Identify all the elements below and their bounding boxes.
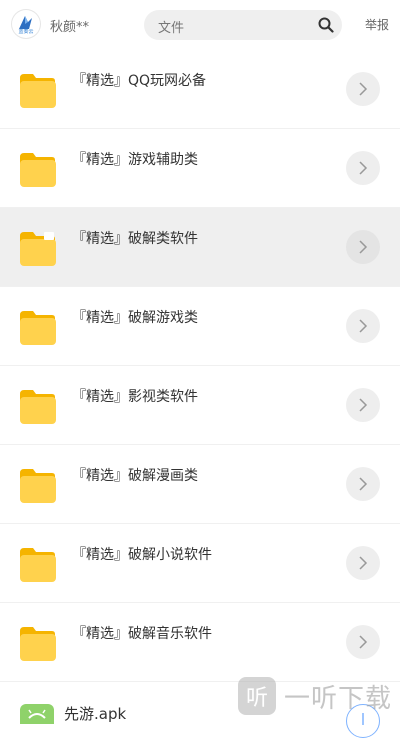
chevron-right-icon xyxy=(359,398,368,412)
search-input[interactable]: 文件 xyxy=(158,17,184,36)
chevron-right-icon xyxy=(359,161,368,175)
username[interactable]: 秋颜** xyxy=(50,16,89,35)
open-folder-button[interactable] xyxy=(346,467,380,501)
top-bar: 蓝奏云 秋颜** 文件 举报 xyxy=(0,0,400,50)
folder-icon xyxy=(20,74,56,108)
android-icon xyxy=(28,709,46,719)
chevron-right-icon xyxy=(359,556,368,570)
folder-icon xyxy=(20,627,56,661)
folder-name: 『精选』游戏辅助类 xyxy=(72,152,198,168)
open-folder-button[interactable] xyxy=(346,72,380,106)
folder-name: 『精选』破解漫画类 xyxy=(72,468,198,484)
folder-name: 『精选』破解音乐软件 xyxy=(72,626,212,642)
chevron-right-icon xyxy=(359,477,368,491)
open-folder-button[interactable] xyxy=(346,151,380,185)
apk-icon xyxy=(20,704,54,724)
avatar[interactable]: 蓝奏云 xyxy=(11,9,41,39)
open-folder-button[interactable] xyxy=(346,388,380,422)
folder-row[interactable]: 『精选』破解游戏类 xyxy=(0,287,400,366)
watermark-logo: 听 xyxy=(238,677,276,715)
report-link[interactable]: 举报 xyxy=(365,16,389,33)
folder-row[interactable]: 『精选』影视类软件 xyxy=(0,366,400,445)
watermark-text: 一听下载 xyxy=(284,683,393,714)
folder-name: 『精选』破解小说软件 xyxy=(72,547,212,563)
folder-row[interactable]: 『精选』QQ玩网必备 xyxy=(0,50,400,129)
folder-icon xyxy=(20,153,56,187)
file-name: 先游.apk xyxy=(64,705,127,723)
chevron-right-icon xyxy=(359,240,368,254)
watermark: 听 一听下载 xyxy=(238,676,400,716)
folder-icon xyxy=(20,469,56,503)
folder-row[interactable]: 『精选』游戏辅助类 xyxy=(0,129,400,208)
search-bar[interactable]: 文件 xyxy=(144,10,342,40)
folder-row[interactable]: 『精选』破解小说软件 xyxy=(0,524,400,603)
folder-row[interactable]: 『精选』破解音乐软件 xyxy=(0,603,400,682)
folder-name: 『精选』影视类软件 xyxy=(72,389,198,405)
folder-icon xyxy=(20,548,56,582)
folder-name: 『精选』QQ玩网必备 xyxy=(72,73,207,89)
chevron-right-icon xyxy=(359,319,368,333)
open-folder-button[interactable] xyxy=(346,230,380,264)
folder-row[interactable]: 『精选』破解漫画类 xyxy=(0,445,400,524)
folder-icon xyxy=(20,232,56,266)
chevron-right-icon xyxy=(359,635,368,649)
folder-row-selected[interactable]: 『精选』破解类软件 xyxy=(0,208,400,287)
chevron-right-icon xyxy=(359,82,368,96)
folder-icon xyxy=(20,311,56,345)
folder-name: 『精选』破解类软件 xyxy=(72,231,198,247)
open-folder-button[interactable] xyxy=(346,625,380,659)
open-folder-button[interactable] xyxy=(346,309,380,343)
search-icon[interactable] xyxy=(318,17,334,33)
folder-icon xyxy=(20,390,56,424)
folder-name: 『精选』破解游戏类 xyxy=(72,310,198,326)
avatar-caption: 蓝奏云 xyxy=(18,28,34,35)
open-folder-button[interactable] xyxy=(346,546,380,580)
